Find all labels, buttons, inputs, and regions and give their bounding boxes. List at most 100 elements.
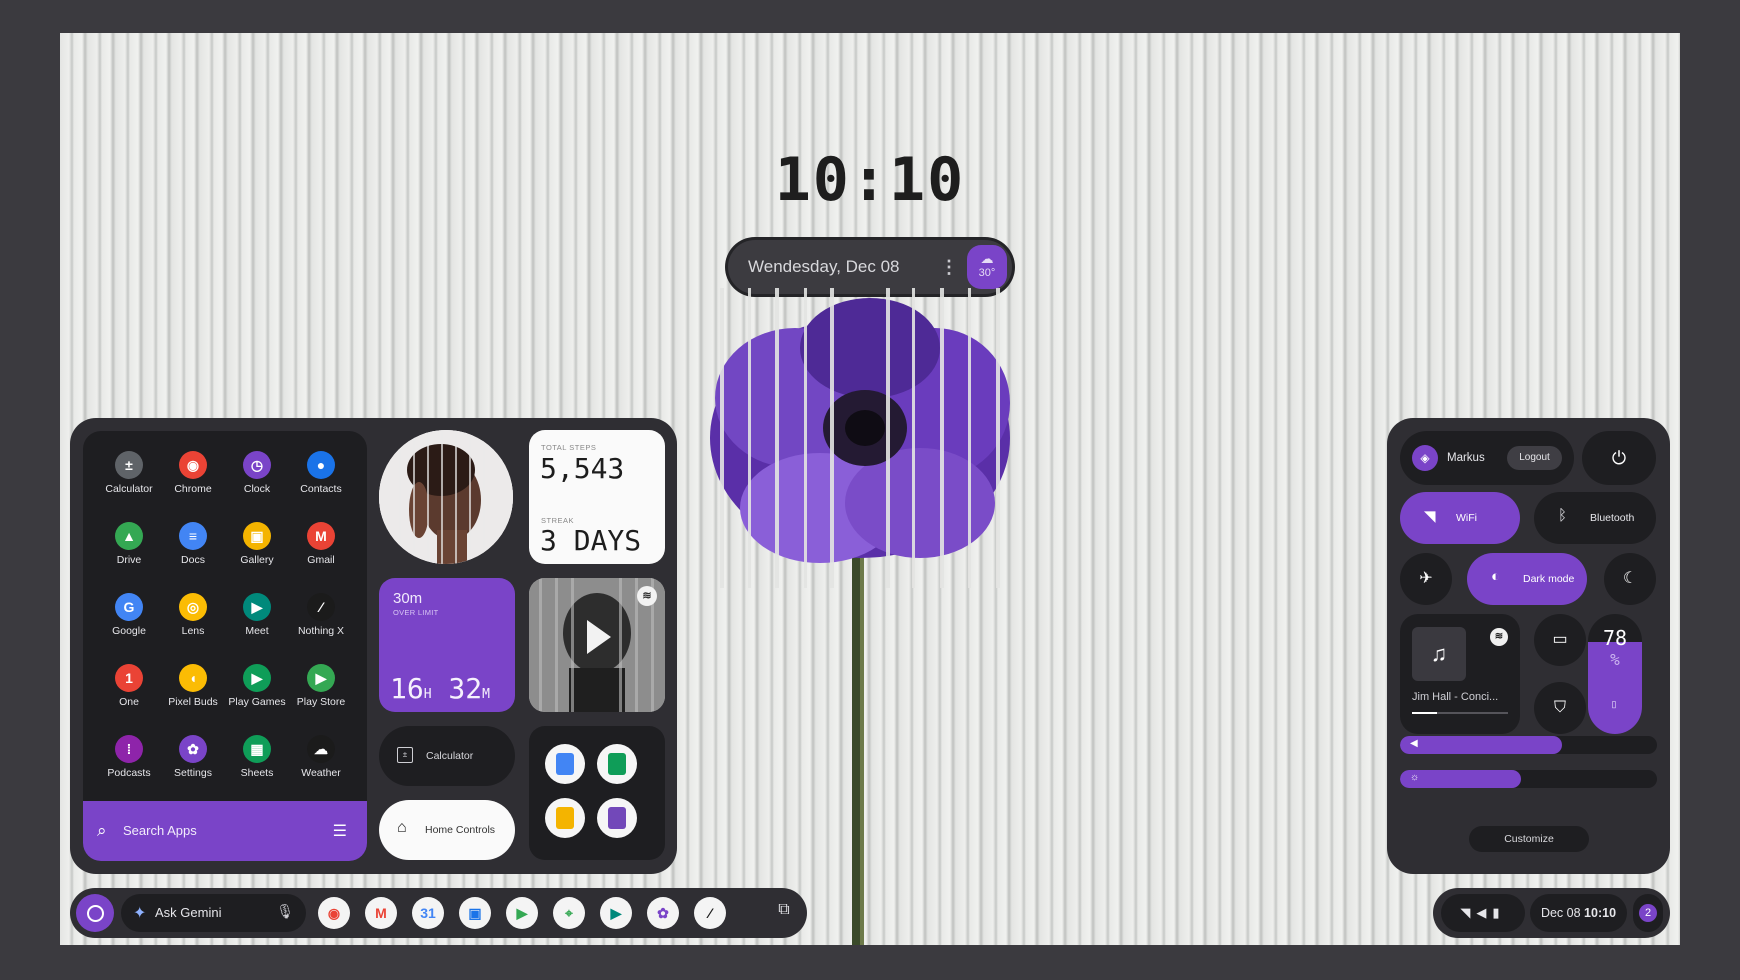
google-icon: G bbox=[115, 593, 143, 621]
quick-settings-panel: ◈ Markus Logout ⏻ ◥ WiFi ᛒ Bluetooth ✈ ◐… bbox=[1387, 418, 1670, 874]
battery-level: 78 bbox=[1602, 626, 1628, 650]
app-pixel-buds[interactable]: ◖ Pixel Buds bbox=[161, 658, 225, 715]
calendar-icon[interactable]: 31 bbox=[412, 897, 444, 929]
date-weather-widget[interactable]: Wendesday, Dec 08 ⋮ ☁ 30° bbox=[728, 240, 1012, 294]
search-apps-bar[interactable]: ⌕ Search Apps ☰ bbox=[83, 801, 367, 861]
brightness-slider[interactable]: ☼ bbox=[1400, 770, 1657, 788]
wifi-toggle[interactable]: ◥ WiFi bbox=[1400, 492, 1520, 544]
search-apps-input[interactable]: Search Apps bbox=[123, 801, 197, 861]
ask-gemini-bar[interactable]: ✦ Ask Gemini 🎙 bbox=[121, 894, 306, 932]
office-slides-icon[interactable] bbox=[545, 798, 585, 838]
app-calculator[interactable]: ± Calculator bbox=[97, 445, 161, 502]
app-clock[interactable]: ◷ Clock bbox=[225, 445, 289, 502]
purple-anemone-flower bbox=[710, 288, 1010, 945]
app-chrome[interactable]: ◉ Chrome bbox=[161, 445, 225, 502]
logout-button[interactable]: Logout bbox=[1507, 446, 1562, 470]
weather-chip[interactable]: ☁ 30° bbox=[967, 245, 1007, 289]
ask-gemini-label: Ask Gemini bbox=[155, 905, 222, 920]
calculator-icon: ± bbox=[115, 451, 143, 479]
app-podcasts[interactable]: ⁞ Podcasts bbox=[97, 729, 161, 786]
app-nothing-x[interactable]: ⁄ Nothing X bbox=[289, 587, 353, 644]
battery-widget[interactable]: 78 % ▯ bbox=[1588, 614, 1642, 734]
moon-icon[interactable]: ☾ bbox=[1604, 553, 1656, 605]
launcher-panel: ± Calculator ◉ Chrome ◷ Clock ● Contacts ▲ Drive ≡… bbox=[70, 418, 677, 874]
app-settings[interactable]: ✿ Settings bbox=[161, 729, 225, 786]
app-label: Gallery bbox=[240, 554, 274, 566]
office-sheets-icon[interactable] bbox=[597, 744, 637, 784]
list-view-icon[interactable]: ☰ bbox=[333, 821, 347, 841]
bluetooth-toggle[interactable]: ᛒ Bluetooth bbox=[1534, 492, 1656, 544]
portrait-photo[interactable] bbox=[379, 430, 513, 564]
notification-count: 2 bbox=[1639, 904, 1657, 922]
taskbar: ✦ Ask Gemini 🎙 ◉ M 31 ▣ ▶ ⌖ ▶ ✿ ⁄ ⧉ bbox=[70, 888, 807, 938]
office-docs-icon[interactable] bbox=[545, 744, 585, 784]
nothing-x-icon: ⁄ bbox=[307, 593, 335, 621]
music-widget[interactable]: ≋ bbox=[529, 578, 665, 712]
app-meet[interactable]: ▶ Meet bbox=[225, 587, 289, 644]
nothing-x-icon[interactable]: ⁄ bbox=[694, 897, 726, 929]
pinned-apps: ◉ M 31 ▣ ▶ ⌖ ▶ ✿ ⁄ bbox=[318, 897, 741, 929]
app-label: Docs bbox=[181, 554, 205, 566]
app-lens[interactable]: ◎ Lens bbox=[161, 587, 225, 644]
calculator-label: Calculator bbox=[426, 750, 474, 762]
more-vert-icon[interactable]: ⋮ bbox=[940, 257, 958, 278]
play-store-icon[interactable]: ▶ bbox=[506, 897, 538, 929]
app-sheets[interactable]: ▦ Sheets bbox=[225, 729, 289, 786]
app-gmail[interactable]: M Gmail bbox=[289, 516, 353, 573]
system-tray: ◥◀▮ Dec 08 10:10 2 bbox=[1433, 888, 1670, 938]
status-icons[interactable]: ◥◀▮ bbox=[1441, 894, 1525, 932]
app-contacts[interactable]: ● Contacts bbox=[289, 445, 353, 502]
gmail-icon[interactable]: M bbox=[365, 897, 397, 929]
app-drive[interactable]: ▲ Drive bbox=[97, 516, 161, 573]
microphone-icon[interactable]: 🎙 bbox=[276, 903, 294, 920]
contacts-icon: ● bbox=[307, 451, 335, 479]
app-google[interactable]: G Google bbox=[97, 587, 161, 644]
video-camera-icon[interactable]: ▭ bbox=[1534, 614, 1586, 666]
bluetooth-icon: ᛒ bbox=[1558, 507, 1568, 524]
play-store-icon: ▶ bbox=[307, 664, 335, 692]
over-limit-label: OVER LIMIT bbox=[393, 608, 439, 617]
cloud-sun-icon: ☁ bbox=[980, 251, 994, 266]
maps-icon[interactable]: ⌖ bbox=[553, 897, 585, 929]
overview-windows-icon[interactable]: ⧉ bbox=[775, 901, 793, 919]
media-control[interactable]: ♫ ≋ Jim Hall - Conci... bbox=[1400, 614, 1520, 734]
podcasts-icon: ⁞ bbox=[115, 735, 143, 763]
steps-value: 5,543 bbox=[540, 452, 625, 485]
airplane-icon[interactable]: ✈ bbox=[1400, 553, 1452, 605]
app-weather[interactable]: ☁ Weather bbox=[289, 729, 353, 786]
wifi-icon: ◥ bbox=[1460, 905, 1477, 920]
steps-widget[interactable]: TOTAL STEPS 5,543 STREAK 3 DAYS bbox=[529, 430, 665, 564]
screen-time-widget[interactable]: 30m OVER LIMIT 16H 32M bbox=[379, 578, 515, 712]
user-chip[interactable]: ◈ Markus Logout bbox=[1400, 431, 1574, 485]
office-forms-icon[interactable] bbox=[597, 798, 637, 838]
gemini-sparkle-icon: ✦ bbox=[133, 905, 147, 922]
chrome-icon[interactable]: ◉ bbox=[318, 897, 350, 929]
app-label: Calculator bbox=[105, 483, 153, 495]
settings-icon[interactable]: ✿ bbox=[647, 897, 679, 929]
home-controls-shortcut[interactable]: ⌂ Home Controls bbox=[379, 800, 515, 860]
launcher-button[interactable] bbox=[76, 894, 114, 932]
power-icon[interactable]: ⏻ bbox=[1582, 431, 1656, 485]
volume-slider[interactable]: ◀ bbox=[1400, 736, 1657, 754]
shield-check-icon[interactable]: ⛉ bbox=[1534, 682, 1586, 734]
dark-mode-label: Dark mode bbox=[1523, 573, 1575, 585]
slides-icon bbox=[556, 807, 574, 829]
notifications-button[interactable]: 2 bbox=[1633, 894, 1663, 932]
app-gallery[interactable]: ▣ Gallery bbox=[225, 516, 289, 573]
bluetooth-label: Bluetooth bbox=[1590, 512, 1635, 524]
meet-icon[interactable]: ▶ bbox=[600, 897, 632, 929]
dark-mode-toggle[interactable]: ◐ Dark mode bbox=[1467, 553, 1587, 605]
app-label: Play Store bbox=[296, 696, 346, 708]
app-label: Contacts bbox=[300, 483, 342, 495]
app-play-store[interactable]: ▶ Play Store bbox=[289, 658, 353, 715]
volume-level-fill bbox=[1400, 736, 1562, 754]
gallery-icon[interactable]: ▣ bbox=[459, 897, 491, 929]
customize-button[interactable]: Customize bbox=[1469, 826, 1589, 852]
date-time[interactable]: Dec 08 10:10 bbox=[1530, 894, 1627, 932]
calculator-shortcut[interactable]: ± Calculator bbox=[379, 726, 515, 786]
screen-time-total: 16H 32M bbox=[390, 672, 490, 705]
app-play-games[interactable]: ▶ Play Games bbox=[225, 658, 289, 715]
app-docs[interactable]: ≡ Docs bbox=[161, 516, 225, 573]
app-google-one[interactable]: 1 One bbox=[97, 658, 161, 715]
media-progress[interactable] bbox=[1412, 712, 1508, 714]
